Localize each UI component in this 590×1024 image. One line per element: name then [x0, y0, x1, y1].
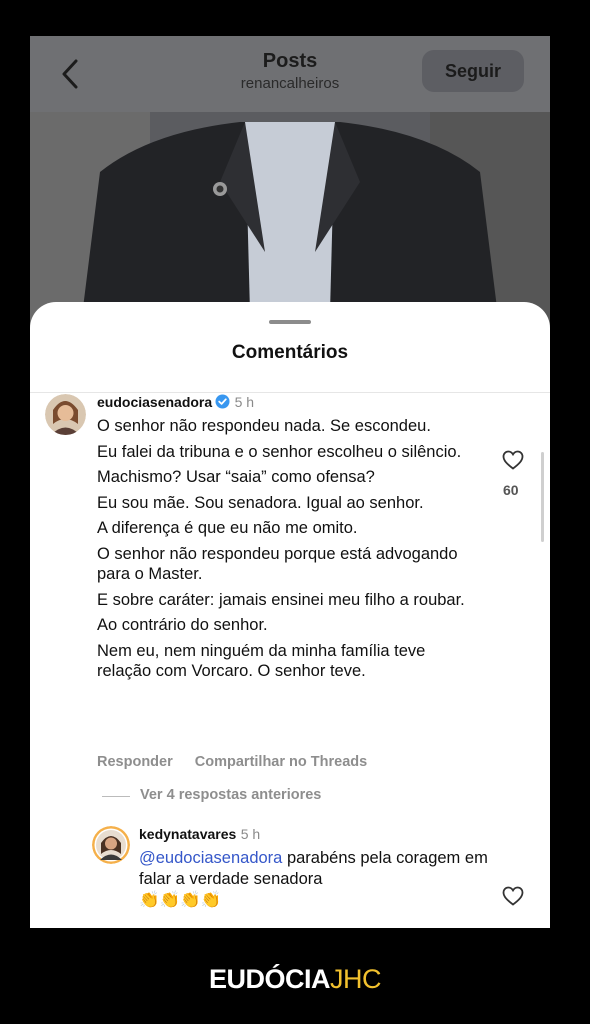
comment-paragraph: A diferença é que eu não me omito. [97, 519, 358, 537]
heart-icon[interactable] [502, 450, 524, 470]
brand-logo: EUDÓCIAJHC [0, 964, 590, 995]
comment-paragraph: Eu falei da tribuna e o senhor escolheu … [97, 442, 462, 461]
like-count: 60 [503, 482, 519, 498]
comment-paragraph: O senhor não respondeu porque está advog… [97, 544, 458, 584]
avatar[interactable] [92, 826, 130, 864]
view-replies-link[interactable]: Ver 4 respostas anteriores [140, 787, 321, 803]
brand-part2: JHC [330, 964, 382, 994]
comment-username[interactable]: eudociasenadora [97, 394, 212, 410]
comment-paragraph: Ao contrário do senhor. [97, 616, 268, 634]
divider [102, 796, 130, 797]
follow-button[interactable]: Seguir [422, 50, 524, 92]
reply-time: 5 h [240, 826, 261, 842]
comment-paragraph: Eu sou mãe. Sou senadora. Igual ao senho… [97, 493, 424, 512]
clap-emoji: 👏👏👏👏 [139, 891, 222, 909]
comment-actions: Responder Compartilhar no Threads [97, 754, 385, 770]
comment-header: eudociasenadora 5 h [97, 394, 254, 412]
comment-paragraph: Nem eu, nem ninguém da minha família tev… [97, 641, 426, 681]
reply-text: @eudociasenadora parabéns pela coragem e… [139, 848, 489, 911]
comment-text: O senhor não respondeu nada. Se escondeu… [97, 416, 477, 687]
top-bar: Posts renancalheiros Seguir [30, 36, 550, 112]
verified-badge-icon [215, 394, 230, 409]
comment-paragraph: E sobre caráter: jamais ensinei meu filh… [97, 590, 465, 609]
avatar[interactable] [45, 394, 86, 435]
drag-handle[interactable] [269, 320, 311, 324]
divider [30, 392, 550, 393]
reply-button[interactable]: Responder [97, 754, 173, 770]
comment-paragraph: Machismo? Usar “saia” como ofensa? [97, 468, 375, 486]
scrollbar[interactable] [541, 452, 544, 542]
comments-sheet: Comentários eudociasenadora 5 h O senhor… [30, 302, 550, 928]
phone-screen: Posts renancalheiros Seguir Comentários … [30, 36, 550, 928]
comment-paragraph: O senhor não respondeu nada. Se escondeu… [97, 417, 431, 435]
reply-username[interactable]: kedynatavares [139, 826, 236, 842]
sheet-title: Comentários [231, 342, 349, 363]
comment-time: 5 h [234, 394, 255, 410]
share-threads-button[interactable]: Compartilhar no Threads [195, 754, 367, 770]
reply-header: kedynatavares 5 h [139, 826, 260, 844]
mention-link[interactable]: @eudociasenadora [139, 849, 282, 867]
brand-part1: EUDÓCIA [208, 964, 331, 994]
heart-icon[interactable] [502, 886, 524, 906]
